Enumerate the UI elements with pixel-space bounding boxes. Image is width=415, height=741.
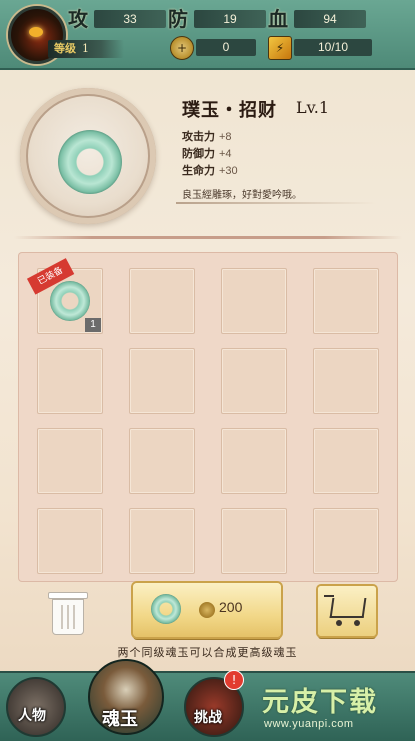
- attr-attack: 攻击力 +8: [182, 128, 232, 144]
- coin-icon: +: [170, 36, 194, 60]
- item-level: Lv.1: [296, 98, 330, 117]
- inventory-slot[interactable]: [129, 508, 195, 574]
- attr-hp: 生命力 +30: [182, 162, 238, 178]
- synthesize-cost: 200: [219, 599, 243, 615]
- inventory-slot[interactable]: [129, 428, 195, 494]
- energy-value: 10/10: [294, 39, 372, 56]
- inventory-slot[interactable]: [221, 428, 287, 494]
- site-watermark: 元皮下载 www.yuanpi.com: [250, 674, 415, 739]
- hp-icon: 血: [268, 7, 288, 31]
- attr-value: +30: [219, 165, 238, 177]
- jade-ring-icon: [58, 130, 122, 194]
- inventory-slot[interactable]: [37, 348, 103, 414]
- defense-value: 19: [194, 10, 266, 28]
- trash-icon: [48, 592, 88, 599]
- attr-value: +4: [219, 148, 232, 160]
- jade-ring-icon: [50, 281, 90, 321]
- nav-label: 魂玉: [102, 709, 138, 730]
- watermark-title: 元皮下载: [262, 687, 378, 718]
- inventory-slot[interactable]: [129, 268, 195, 334]
- watermark-url: www.yuanpi.com: [264, 718, 354, 730]
- item-name: 璞玉・招财: [182, 100, 277, 121]
- attr-value: +8: [219, 131, 232, 143]
- inventory-slot[interactable]: [129, 348, 195, 414]
- inventory-slot[interactable]: [37, 428, 103, 494]
- level-tag: 等级 1: [48, 40, 124, 58]
- level-value: 1: [82, 42, 89, 55]
- cart-icon: [329, 598, 367, 618]
- hp-value: 94: [294, 10, 366, 28]
- nav-item-spirit-jade[interactable]: 魂玉: [84, 655, 172, 739]
- nav-label: 挑战: [194, 710, 222, 726]
- inventory-slot[interactable]: [313, 268, 379, 334]
- attr-label: 攻击力: [182, 130, 215, 143]
- item-quantity: 1: [85, 318, 101, 332]
- inventory-slot[interactable]: [221, 348, 287, 414]
- synthesize-button[interactable]: 200: [133, 583, 281, 637]
- attr-defense: 防御力 +4: [182, 145, 232, 161]
- inventory-slot[interactable]: [313, 428, 379, 494]
- attr-label: 生命力: [182, 164, 215, 177]
- inventory-slot[interactable]: 已装备 1: [26, 258, 103, 334]
- jade-ring-icon: [151, 594, 181, 624]
- synthesis-hint: 两个同级魂玉可以合成更高级魂玉: [117, 646, 298, 659]
- defense-icon: 防: [168, 7, 188, 31]
- inventory-slot[interactable]: [221, 508, 287, 574]
- attack-icon: 攻: [68, 7, 88, 31]
- coin-value: 0: [196, 39, 256, 56]
- level-label: 等级: [54, 42, 76, 55]
- shop-button[interactable]: [318, 586, 376, 636]
- notification-badge: !: [224, 670, 244, 690]
- avatar-eye: [29, 27, 43, 37]
- inventory-slot[interactable]: [313, 508, 379, 574]
- description-underline: [176, 202, 376, 204]
- nav-item-character[interactable]: 人物: [0, 671, 80, 739]
- discard-button[interactable]: [48, 592, 88, 635]
- nav-label: 人物: [18, 708, 46, 724]
- attr-label: 防御力: [182, 147, 215, 160]
- inventory-slot[interactable]: [37, 508, 103, 574]
- coin-icon: [199, 602, 215, 618]
- attack-value: 33: [94, 10, 166, 28]
- inventory-slot[interactable]: [221, 268, 287, 334]
- lightning-icon: ⚡: [268, 36, 292, 60]
- inventory-slot[interactable]: [313, 348, 379, 414]
- section-divider: [14, 236, 402, 239]
- item-description: 良玉經雕琢，好對愛吟哦。: [182, 190, 302, 201]
